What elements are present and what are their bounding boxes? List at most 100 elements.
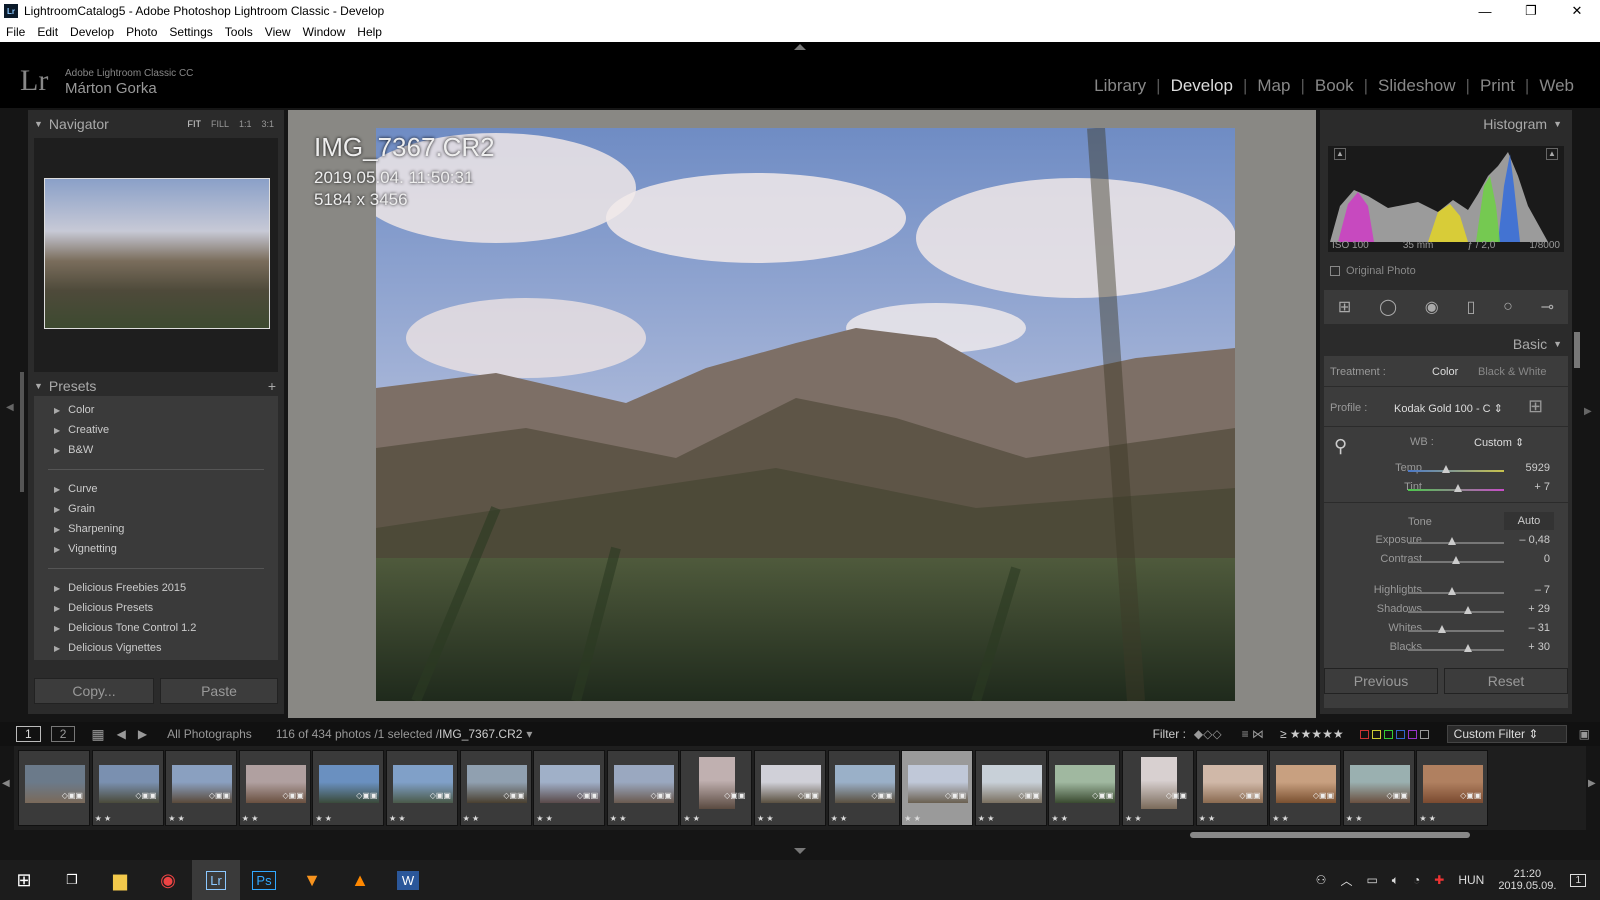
menu-settings[interactable]: Settings — [163, 25, 218, 39]
red-eye-icon[interactable]: ◉ — [1425, 297, 1439, 317]
current-file[interactable]: IMG_7367.CR2 — [439, 727, 522, 741]
slider-knob[interactable] — [1463, 606, 1472, 614]
basic-header[interactable]: Basic ▼ — [1513, 336, 1568, 352]
custom-filter-select[interactable]: Custom Filter ⇕ — [1446, 725, 1567, 743]
filmstrip-thumbnail[interactable]: ◇▣▣ ★ ★ — [165, 750, 238, 826]
module-slideshow[interactable]: Slideshow — [1368, 76, 1466, 96]
navigator-header[interactable]: ▼ Navigator FIT FILL 1:1 3:1 — [28, 114, 284, 134]
filmstrip-thumbnail[interactable]: ◇▣▣ ★ ★ — [1122, 750, 1194, 826]
copy-button[interactable]: Copy... — [34, 678, 154, 704]
chrome-icon[interactable]: ◉ — [144, 860, 192, 900]
preset-folder-curve[interactable]: ▶ Curve — [34, 479, 278, 499]
navigator-thumbnail[interactable] — [44, 178, 270, 329]
slider-highlights[interactable]: Highlights – 7 — [1320, 584, 1572, 602]
slider-shadows[interactable]: Shadows + 29 — [1320, 603, 1572, 621]
slider-value[interactable]: + 29 — [1528, 603, 1550, 615]
menu-tools[interactable]: Tools — [219, 25, 259, 39]
window-1-button[interactable]: 1 — [16, 726, 41, 742]
bottom-panel-toggle-icon[interactable] — [794, 848, 806, 854]
menu-photo[interactable]: Photo — [120, 25, 163, 39]
filmstrip-thumbnail[interactable]: ◇▣▣ ★ ★ — [386, 750, 458, 826]
slider-temp[interactable]: Temp 5929 — [1320, 462, 1572, 480]
module-book[interactable]: Book — [1305, 76, 1364, 96]
left-scrollbar[interactable] — [20, 372, 24, 492]
crop-tool-icon[interactable]: ⊞ — [1338, 297, 1351, 317]
menu-develop[interactable]: Develop — [64, 25, 120, 39]
filmstrip-thumbnail[interactable]: ◇▣▣ ★ ★ — [91, 750, 164, 826]
graduated-filter-icon[interactable]: ▯ — [1467, 297, 1476, 317]
previous-button[interactable]: Previous — [1324, 668, 1438, 694]
treatment-color[interactable]: Color — [1432, 366, 1458, 378]
show-hidden-icons-icon[interactable]: ︿ — [1340, 872, 1352, 889]
menu-view[interactable]: View — [259, 25, 297, 39]
network-icon[interactable]: ◔ — [1413, 873, 1420, 887]
preset-folder-bw[interactable]: ▶ B&W — [34, 440, 278, 460]
task-view-icon[interactable]: ❒ — [48, 860, 96, 900]
preset-folder-grain[interactable]: ▶ Grain — [34, 499, 278, 519]
module-print[interactable]: Print — [1470, 76, 1525, 96]
windows-start-icon[interactable]: ⊞ — [0, 860, 48, 900]
filmstrip-thumbnail[interactable]: ◇▣▣ ★ ★ — [312, 750, 385, 826]
slider-track[interactable] — [1408, 649, 1504, 651]
preset-folder-delicious-freebies[interactable]: ▶ Delicious Freebies 2015 — [34, 578, 278, 598]
slider-contrast[interactable]: Contrast 0 — [1320, 553, 1572, 571]
adjustment-brush-icon[interactable]: ⊸ — [1541, 297, 1554, 317]
slider-knob[interactable] — [1464, 644, 1473, 652]
slider-track[interactable] — [1408, 611, 1504, 613]
minimize-icon[interactable]: — — [1462, 0, 1508, 22]
slider-value[interactable]: 0 — [1544, 553, 1550, 565]
profile-browser-icon[interactable]: ⊞ — [1528, 396, 1543, 417]
filmstrip-thumbnail[interactable]: ◇▣▣ ★ ★ — [754, 750, 826, 826]
slider-knob[interactable] — [1437, 625, 1446, 633]
shadow-clipping-icon[interactable]: ▲ — [1334, 148, 1346, 160]
preset-folder-color[interactable]: ▶ Color — [34, 400, 278, 420]
original-photo-toggle[interactable]: Original Photo — [1330, 265, 1416, 277]
zoom-fill[interactable]: FILL — [211, 119, 229, 129]
module-map[interactable]: Map — [1247, 76, 1300, 96]
slider-knob[interactable] — [1453, 484, 1462, 492]
module-web[interactable]: Web — [1529, 76, 1584, 96]
spot-removal-icon[interactable]: ◯ — [1379, 297, 1397, 317]
vpn-app-icon[interactable]: ▼ — [288, 860, 336, 900]
photoshop-icon[interactable]: Ps — [240, 860, 288, 900]
wb-select[interactable]: Custom ⇕ — [1474, 436, 1524, 449]
filmstrip-thumbnail[interactable]: ◇▣▣ ★ ★ — [1195, 750, 1268, 826]
filmstrip-thumbnail[interactable]: ◇▣▣ ★ ★ — [533, 750, 606, 826]
filmstrip-thumbnail[interactable]: ◇▣▣ ★ ★ — [1342, 750, 1415, 826]
filter-lock-icon[interactable]: ▣ — [1579, 727, 1590, 741]
language-indicator[interactable]: HUN — [1458, 873, 1484, 887]
back-arrow-icon[interactable]: ◀ — [117, 727, 126, 741]
preset-folder-delicious-vignettes[interactable]: ▶ Delicious Vignettes — [34, 638, 278, 658]
rating-filter[interactable]: ≥ ★★★★★ — [1280, 727, 1344, 741]
chevron-down-icon[interactable]: ▾ — [526, 727, 532, 741]
close-icon[interactable]: ✕ — [1554, 0, 1600, 22]
flag-filter-icon[interactable]: ◆◇◇ — [1194, 727, 1222, 741]
volume-icon[interactable]: 🔈︎ — [1392, 873, 1399, 888]
main-photo[interactable] — [376, 128, 1235, 701]
vlc-icon[interactable]: ▲ — [336, 860, 384, 900]
treatment-bw[interactable]: Black & White — [1478, 366, 1546, 378]
filmstrip-thumbnail[interactable]: ◇▣▣ ★ ★ — [901, 750, 974, 826]
filmstrip-thumbnail[interactable]: ◇▣▣ ★ ★ — [238, 750, 311, 826]
radial-filter-icon[interactable]: ○ — [1503, 298, 1513, 316]
zoom-3-1[interactable]: 3:1 — [261, 119, 274, 129]
slider-value[interactable]: – 7 — [1535, 584, 1550, 596]
file-explorer-icon[interactable]: ▆ — [96, 860, 144, 900]
paste-button[interactable]: Paste — [160, 678, 278, 704]
filmstrip-thumbnail[interactable]: ◇▣▣ — [18, 750, 90, 826]
filmstrip-left-arrow-icon[interactable]: ◀ — [2, 778, 10, 789]
filmstrip-thumbnail[interactable]: ◇▣▣ ★ ★ — [1048, 750, 1121, 826]
slider-knob[interactable] — [1442, 465, 1451, 473]
reset-button[interactable]: Reset — [1444, 668, 1568, 694]
checkbox-icon[interactable] — [1330, 266, 1340, 276]
clock[interactable]: 21:20 2019.05.09. — [1498, 868, 1556, 892]
right-scrollbar[interactable] — [1574, 332, 1580, 368]
slider-value[interactable]: + 7 — [1534, 481, 1550, 493]
highlight-clipping-icon[interactable]: ▲ — [1546, 148, 1558, 160]
menu-help[interactable]: Help — [351, 25, 388, 39]
edit-filter-icon[interactable]: ≡ ⋈ — [1242, 727, 1264, 741]
slider-blacks[interactable]: Blacks + 30 — [1320, 641, 1572, 659]
menu-edit[interactable]: Edit — [31, 25, 64, 39]
menu-file[interactable]: File — [0, 25, 31, 39]
filmstrip-scrollbar[interactable] — [1190, 832, 1470, 838]
